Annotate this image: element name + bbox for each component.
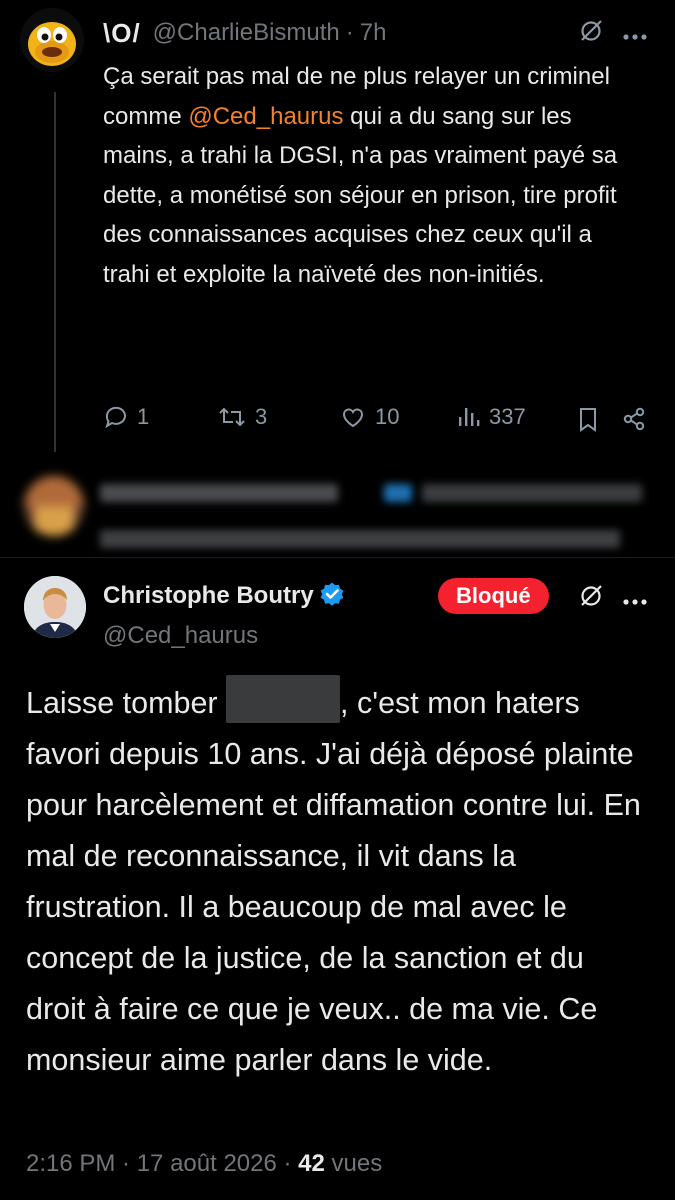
blurred-name (100, 484, 338, 502)
reply-header: \O/ @CharlieBismuth · 7h (103, 16, 386, 50)
like-count: 10 (375, 404, 400, 429)
views-count-bold: 42 (298, 1150, 325, 1177)
reply-mention-link[interactable]: @Ced_haurus (188, 103, 343, 130)
repost-icon (217, 404, 247, 430)
blurred-verified (384, 484, 412, 502)
blurred-avatar (24, 476, 84, 536)
reply-display-name[interactable]: \O/ (103, 18, 141, 49)
thread-line (54, 92, 56, 452)
tweet-meta: 2:16 PM · 17 août 2026 · 42 vues (26, 1148, 382, 1180)
grok-icon[interactable] (578, 18, 604, 49)
main-text: Laisse tomber , c'est mon haters favori … (26, 675, 646, 1086)
reply-button[interactable]: 1 (103, 404, 149, 430)
main-text-before: Laisse tomber (26, 686, 227, 720)
timestamp[interactable]: 2:16 PM · 17 août 2026 · (26, 1150, 298, 1177)
reply-text: Ça serait pas mal de ne plus relayer un … (103, 57, 628, 294)
separator-dot: · (345, 19, 354, 46)
reply-avatar[interactable] (20, 8, 84, 72)
main-handle[interactable]: @Ced_haurus (103, 620, 258, 652)
more-icon[interactable] (622, 28, 648, 46)
blocked-badge[interactable]: Bloqué (438, 578, 549, 614)
repost-count: 3 (255, 404, 268, 429)
reply-icon (103, 404, 129, 430)
blurred-line (100, 530, 620, 548)
blurred-handle (422, 484, 642, 502)
more-icon[interactable] (622, 593, 648, 611)
share-icon[interactable] (621, 406, 647, 437)
grok-icon[interactable] (578, 583, 604, 614)
reply-action-bar: 1 3 10 337 (103, 404, 648, 438)
views-count: 337 (489, 404, 526, 429)
views-label: vues (324, 1150, 383, 1177)
like-button[interactable]: 10 (339, 404, 399, 430)
main-text-after: , c'est mon haters favori depuis 10 ans.… (26, 686, 641, 1077)
main-display-name[interactable]: Christophe Boutry (103, 582, 314, 610)
divider (0, 557, 675, 558)
views-button[interactable]: 337 (455, 404, 526, 430)
redacted-name-box (226, 675, 341, 723)
reply-text-after: qui a du sang sur les mains, a trahi la … (103, 102, 618, 288)
main-name-row: Christophe Boutry (103, 580, 345, 612)
like-icon (339, 404, 367, 430)
main-avatar[interactable] (24, 576, 86, 638)
verified-badge-icon (319, 581, 345, 612)
bookmark-icon[interactable] (576, 406, 600, 439)
reply-count: 1 (137, 404, 150, 429)
reply-time[interactable]: 7h (360, 19, 387, 47)
repost-button[interactable]: 3 (217, 404, 267, 430)
views-icon (455, 404, 481, 430)
reply-handle[interactable]: @CharlieBismuth (153, 19, 340, 47)
